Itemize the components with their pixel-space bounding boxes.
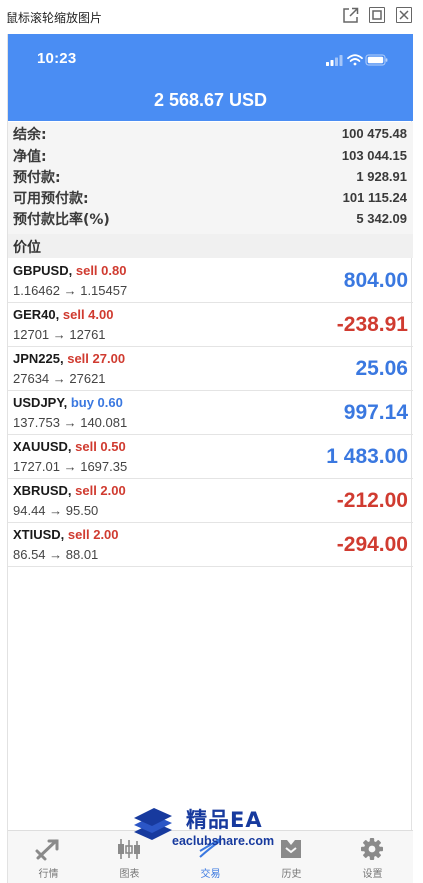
position-profit: -238.91: [336, 313, 408, 336]
battery-icon: [365, 54, 388, 66]
close-icon[interactable]: [396, 7, 412, 23]
position-profit: 25.06: [355, 357, 408, 380]
summary-value: 1 928.91: [356, 169, 407, 184]
popout-icon[interactable]: [342, 7, 359, 23]
summary-row-margin-level: 预付款比率(%) 5 342.09: [8, 209, 413, 229]
position-side: sell 0.50: [75, 439, 126, 454]
position-prices: 27634 → 27621: [13, 371, 106, 386]
position-side: sell 2.00: [75, 483, 126, 498]
quotes-icon: [35, 839, 59, 861]
summary-label: 结余:: [13, 127, 47, 143]
summary-value: 5 342.09: [356, 211, 407, 226]
summary-row-free-margin: 可用预付款: 101 115.24: [8, 188, 413, 208]
maximize-icon[interactable]: [369, 7, 385, 23]
position-symbol: XAUUSD,: [13, 439, 72, 454]
position-profit: 1 483.00: [326, 445, 408, 468]
summary-row-equity: 净值: 103 044.15: [8, 146, 413, 166]
position-side: sell 0.80: [75, 263, 127, 278]
position-symbol: JPN225,: [13, 351, 64, 366]
position-symbol: XTIUSD,: [13, 527, 65, 542]
summary-value: 100 475.48: [341, 126, 407, 141]
account-header: 10:23 2 568.67 USD: [8, 34, 413, 121]
position-prices: 137.753 → 140.081: [13, 415, 128, 430]
position-prices: 12701 → 12761: [13, 327, 106, 342]
watermark-title: 精品EA: [186, 808, 263, 832]
position-profit: -212.00: [336, 489, 408, 512]
viewer-title: 鼠标滚轮缩放图片: [6, 11, 103, 25]
position-prices: 1.16462 → 1.15457: [13, 283, 128, 298]
tab-settings[interactable]: 设置: [332, 831, 413, 883]
account-summary: 结余: 100 475.48 净值: 103 044.15 预付款: 1 928…: [8, 122, 413, 234]
summary-row-balance: 结余: 100 475.48: [8, 124, 413, 144]
phone-screen: 10:23 2 568.67 USD 结余: 100 475.48 净值: 10…: [7, 34, 413, 883]
position-prices: 94.44 → 95.50: [13, 503, 99, 518]
position-side: buy 0.60: [70, 395, 123, 410]
position-symbol: USDJPY,: [13, 395, 68, 410]
summary-label: 可用预付款:: [13, 191, 89, 207]
watermark-subtitle: eaclubshare.com: [172, 834, 275, 848]
status-time: 10:23: [37, 50, 77, 67]
position-side: sell 2.00: [67, 527, 119, 542]
position-row[interactable]: XTIUSD, sell 2.00 86.54 → 88.01 -294.00: [8, 523, 413, 567]
position-row[interactable]: JPN225, sell 27.00 27634 → 27621 25.06: [8, 347, 413, 391]
section-title: 价位: [13, 240, 41, 256]
tab-quotes[interactable]: 行情: [8, 831, 89, 883]
position-profit: -294.00: [336, 533, 408, 556]
position-row[interactable]: USDJPY, buy 0.60 137.753 → 140.081 997.1…: [8, 391, 413, 435]
tab-label: 图表: [119, 869, 140, 880]
account-balance: 2 568.67 USD: [153, 90, 268, 110]
positions-section-header: 价位: [8, 234, 413, 258]
position-symbol: GBPUSD,: [13, 263, 73, 278]
tab-label: 设置: [362, 869, 383, 880]
summary-value: 101 115.24: [342, 190, 407, 205]
position-side: sell 27.00: [67, 351, 126, 366]
position-prices: 1727.01 → 1697.35: [13, 459, 128, 474]
position-profit: 804.00: [343, 269, 408, 292]
wifi-icon: [347, 54, 363, 66]
summary-label: 预付款比率(%): [13, 212, 110, 228]
summary-value: 103 044.15: [341, 148, 407, 163]
settings-icon: [361, 838, 383, 860]
watermark: 精品EA eaclubshare.com: [130, 804, 300, 854]
tab-label: 行情: [38, 869, 59, 880]
position-side: sell 4.00: [62, 307, 114, 322]
viewer-title-bar: 鼠标滚轮缩放图片: [0, 0, 423, 34]
status-icons: [326, 54, 388, 66]
position-row[interactable]: XAUUSD, sell 0.50 1727.01 → 1697.35 1 48…: [8, 435, 413, 479]
watermark-logo-icon: [134, 808, 172, 840]
position-profit: 997.14: [343, 401, 408, 424]
position-row[interactable]: GER40, sell 4.00 12701 → 12761 -238.91: [8, 303, 413, 347]
position-row[interactable]: XBRUSD, sell 2.00 94.44 → 95.50 -212.00: [8, 479, 413, 523]
position-symbol: GER40,: [13, 307, 60, 322]
signal-icon: [326, 55, 343, 66]
summary-label: 净值:: [13, 149, 47, 165]
position-symbol: XBRUSD,: [13, 483, 72, 498]
summary-row-margin: 预付款: 1 928.91: [8, 167, 413, 187]
position-prices: 86.54 → 88.01: [13, 547, 99, 562]
tab-label: 交易: [200, 869, 221, 880]
position-row[interactable]: GBPUSD, sell 0.80 1.16462 → 1.15457 804.…: [8, 259, 413, 303]
tab-label: 历史: [281, 869, 302, 880]
summary-label: 预付款:: [13, 170, 61, 186]
